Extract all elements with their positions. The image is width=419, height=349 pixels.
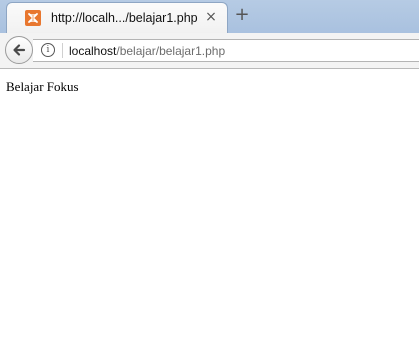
info-icon[interactable]: i <box>41 43 55 57</box>
url-path: /belajar/belajar1.php <box>116 44 226 58</box>
browser-window: http://localh.../belajar1.php × + i loca… <box>0 0 419 349</box>
address-bar[interactable]: i localhost/belajar/belajar1.php <box>33 39 419 62</box>
tab-active[interactable]: http://localh.../belajar1.php × <box>6 2 228 33</box>
page-content: Belajar Fokus <box>0 70 419 349</box>
navigation-bar: i localhost/belajar/belajar1.php <box>0 33 419 69</box>
url-text[interactable]: localhost/belajar/belajar1.php <box>69 44 225 58</box>
tab-strip: http://localh.../belajar1.php × + <box>0 0 419 33</box>
xampp-icon <box>25 10 41 26</box>
back-arrow-icon <box>13 44 26 56</box>
close-icon[interactable]: × <box>203 9 219 25</box>
tab-title: http://localh.../belajar1.php <box>51 11 198 25</box>
url-separator <box>62 43 63 58</box>
url-host: localhost <box>69 44 117 58</box>
page-body-text: Belajar Fokus <box>6 79 79 94</box>
new-tab-button[interactable]: + <box>234 6 250 24</box>
back-button[interactable] <box>5 36 33 64</box>
